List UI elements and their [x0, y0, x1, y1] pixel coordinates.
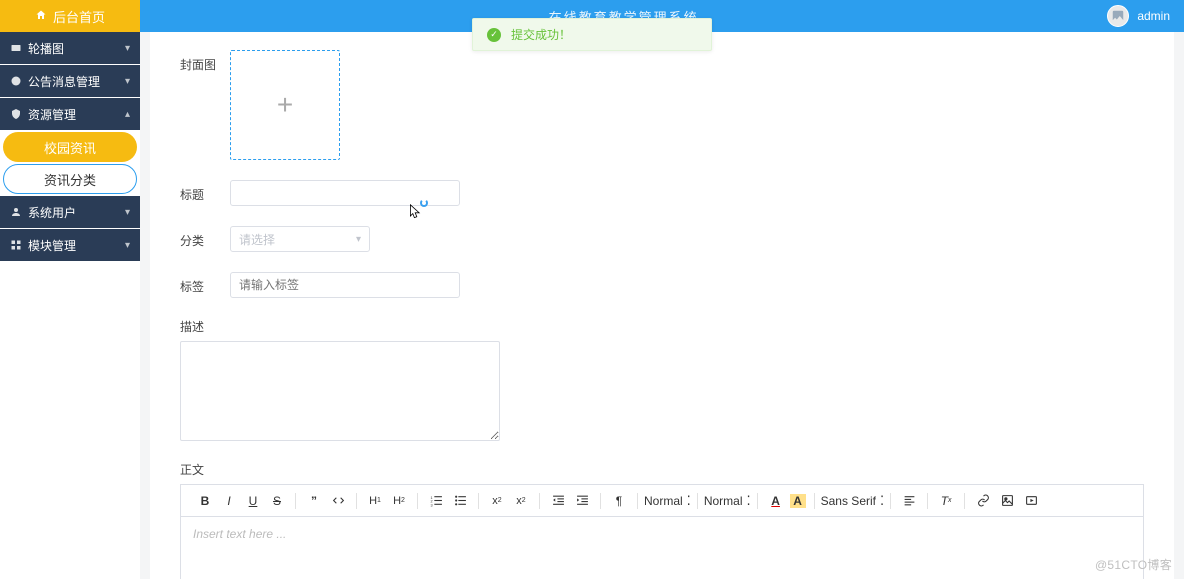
italic-button[interactable]: I [219, 491, 239, 511]
clear-format-button[interactable]: Tx [936, 491, 956, 511]
svg-text:3: 3 [430, 503, 432, 507]
label-tag: 标签 [180, 272, 230, 295]
row-tag: 标签 [180, 272, 1144, 298]
text-color-button[interactable]: A [766, 491, 786, 511]
editor-placeholder: Insert text here ... [193, 527, 286, 541]
toast-message: 提交成功！ [511, 26, 571, 43]
size-select[interactable]: Normal ⁚ [700, 494, 755, 508]
sidebar: 轮播图 ▾ 公告消息管理 ▾ 资源管理 ▴ 校园资讯 资讯分类 系 [0, 32, 140, 579]
indent-button[interactable] [572, 491, 592, 511]
sidebar-item-carousel[interactable]: 轮播图 ▾ [0, 32, 140, 64]
main-form: 封面图 + 标题 分类 请选择 ▾ 标签 描述 正文 B I U S [150, 32, 1174, 579]
sidebar-item-module[interactable]: 模块管理 ▾ [0, 229, 140, 261]
superscript-button[interactable]: x2 [511, 491, 531, 511]
editor-body[interactable]: Insert text here ... [180, 516, 1144, 579]
select-placeholder: 请选择 [239, 231, 275, 248]
image-button[interactable] [997, 491, 1017, 511]
editor-toolbar: B I U S ” H1 H2 123 [180, 484, 1144, 516]
bold-button[interactable]: B [195, 491, 215, 511]
quote-button[interactable]: ” [304, 491, 324, 511]
sidebar-item-user[interactable]: 系统用户 ▾ [0, 196, 140, 228]
row-desc: 描述 [180, 318, 1144, 441]
sidebar-sub-campus[interactable]: 校园资讯 [3, 132, 137, 162]
sidebar-item-label: 资源管理 [28, 106, 76, 123]
loading-spinner-icon [420, 199, 428, 207]
direction-button[interactable]: ¶ [609, 491, 629, 511]
chevron-up-icon: ▴ [125, 109, 130, 120]
sidebar-item-label: 系统用户 [28, 204, 76, 221]
align-button[interactable] [899, 491, 919, 511]
label-desc: 描述 [180, 318, 230, 335]
grid-icon [10, 239, 22, 251]
tag-input[interactable] [230, 272, 460, 298]
dropdown-icon: ⁚ [880, 494, 884, 507]
subscript-button[interactable]: x2 [487, 491, 507, 511]
sidebar-sub-label: 校园资讯 [44, 138, 96, 157]
user-icon [10, 206, 22, 218]
sidebar-item-notice[interactable]: 公告消息管理 ▾ [0, 65, 140, 97]
sidebar-sub-label: 资讯分类 [44, 170, 96, 189]
user-area[interactable]: admin [1107, 5, 1184, 27]
sidebar-item-resource[interactable]: 资源管理 ▴ [0, 98, 140, 130]
bg-color-button[interactable]: A [790, 494, 806, 508]
label-title: 标题 [180, 180, 230, 203]
heading-select[interactable]: Normal ⁚ [640, 494, 695, 508]
dropdown-icon: ⁚ [687, 494, 691, 507]
outdent-button[interactable] [548, 491, 568, 511]
avatar [1107, 5, 1129, 27]
watermark: @51CTO博客 [1095, 556, 1172, 573]
row-category: 分类 请选择 ▾ [180, 226, 1144, 252]
sidebar-item-label: 轮播图 [28, 40, 64, 57]
sidebar-sub-category[interactable]: 资讯分类 [3, 164, 137, 194]
chevron-down-icon: ▾ [125, 240, 130, 251]
dropdown-icon: ⁚ [746, 494, 750, 507]
row-title: 标题 [180, 180, 1144, 206]
strike-button[interactable]: S [267, 491, 287, 511]
link-button[interactable] [973, 491, 993, 511]
home-icon [35, 9, 47, 24]
category-select[interactable]: 请选择 ▾ [230, 226, 370, 252]
cover-uploader[interactable]: + [230, 50, 340, 160]
sidebar-item-label: 模块管理 [28, 237, 76, 254]
home-tab[interactable]: 后台首页 [0, 0, 140, 32]
label-content: 正文 [180, 461, 1144, 478]
h2-button[interactable]: H2 [389, 491, 409, 511]
username: admin [1137, 9, 1170, 23]
h1-button[interactable]: H1 [365, 491, 385, 511]
carousel-icon [10, 42, 22, 54]
resource-icon [10, 108, 22, 120]
unordered-list-button[interactable] [450, 491, 470, 511]
editor-section: 正文 B I U S ” H1 H2 12 [180, 461, 1144, 579]
label-cover: 封面图 [180, 50, 230, 73]
info-icon [10, 75, 22, 87]
chevron-down-icon: ▾ [356, 234, 361, 245]
row-cover: 封面图 + [180, 50, 1144, 160]
chevron-down-icon: ▾ [125, 43, 130, 54]
font-family-select[interactable]: Sans Serif ⁚ [817, 494, 889, 508]
code-button[interactable] [328, 491, 348, 511]
label-category: 分类 [180, 226, 230, 249]
plus-icon: + [277, 89, 293, 121]
desc-textarea[interactable] [180, 341, 500, 441]
video-button[interactable] [1021, 491, 1041, 511]
home-tab-label: 后台首页 [53, 7, 105, 26]
success-toast: 提交成功！ [472, 18, 712, 51]
underline-button[interactable]: U [243, 491, 263, 511]
sidebar-item-label: 公告消息管理 [28, 73, 100, 90]
chevron-down-icon: ▾ [125, 207, 130, 218]
ordered-list-button[interactable]: 123 [426, 491, 446, 511]
chevron-down-icon: ▾ [125, 76, 130, 87]
